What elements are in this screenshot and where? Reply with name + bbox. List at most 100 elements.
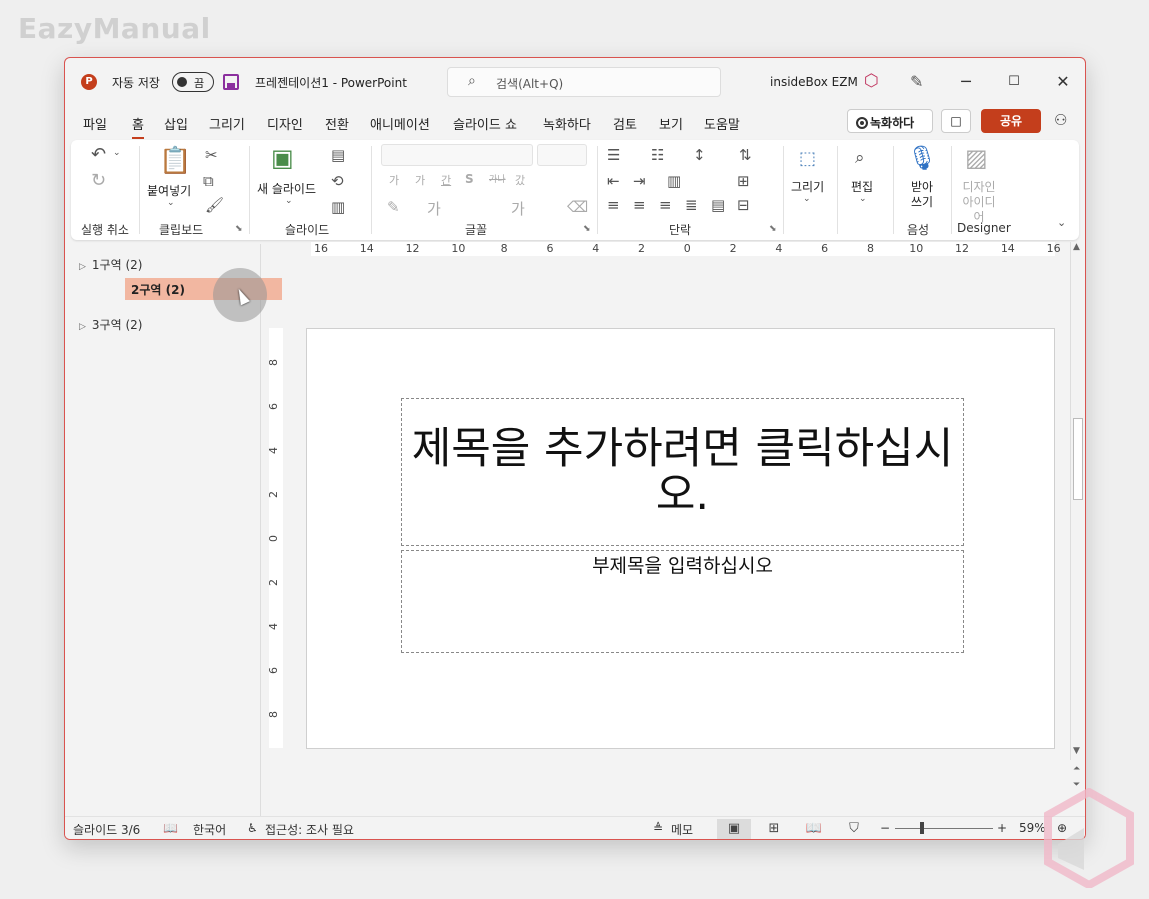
- tab-slideshow[interactable]: 슬라이드 쇼: [453, 114, 517, 133]
- tab-design[interactable]: 디자인: [267, 114, 303, 133]
- cut-icon[interactable]: ✂: [205, 146, 218, 164]
- reading-view-button[interactable]: 📖: [797, 819, 831, 839]
- line-spacing-icon[interactable]: ↕: [693, 146, 706, 164]
- zoom-slider[interactable]: [895, 828, 993, 829]
- share-button[interactable]: 공유: [981, 109, 1041, 133]
- scroll-down-icon[interactable]: ▼: [1073, 746, 1080, 756]
- save-icon[interactable]: [223, 74, 239, 90]
- tab-review[interactable]: 검토: [613, 114, 637, 133]
- chevron-down-icon[interactable]: ⌄: [113, 148, 121, 158]
- justify-icon[interactable]: ≣: [685, 196, 698, 214]
- normal-view-button[interactable]: ▣: [717, 819, 751, 839]
- autosave-state: 끔: [194, 77, 205, 90]
- new-slide-button-label[interactable]: 새 슬라이드: [257, 180, 316, 197]
- section-item[interactable]: ▷ 3구역 (2): [79, 316, 142, 333]
- paste-button-label[interactable]: 붙여넣기: [147, 182, 191, 199]
- vertical-ruler: 8 6 4 2 0 2 4 6 8: [267, 328, 283, 748]
- subtitle-placeholder[interactable]: 부제목을 입력하십시오: [401, 550, 964, 653]
- tab-home[interactable]: 홈: [132, 114, 144, 139]
- section-icon[interactable]: ▥: [331, 198, 345, 216]
- find-icon[interactable]: ⌕: [855, 148, 865, 168]
- expand-arrow-icon[interactable]: ▷: [79, 322, 86, 332]
- font-size-select[interactable]: [537, 144, 587, 166]
- previous-slide-icon[interactable]: ⏶: [1073, 764, 1080, 774]
- tab-help[interactable]: 도움말: [704, 114, 740, 133]
- tab-transitions[interactable]: 전환: [325, 114, 349, 133]
- expand-arrow-icon[interactable]: ▷: [79, 262, 86, 272]
- section-item[interactable]: ▷ 1구역 (2): [79, 256, 142, 273]
- tab-view[interactable]: 보기: [659, 114, 683, 133]
- zoom-in-button[interactable]: +: [997, 821, 1007, 835]
- paste-icon[interactable]: 📋: [159, 146, 191, 176]
- zoom-out-button[interactable]: −: [880, 821, 890, 835]
- layout-icon[interactable]: ▤: [331, 146, 345, 164]
- ruler-tick-label: 2: [638, 242, 645, 255]
- microphone-icon[interactable]: 🎙: [907, 144, 937, 172]
- new-slide-icon[interactable]: ▣: [271, 144, 294, 172]
- group-divider: [139, 146, 140, 234]
- close-button[interactable]: ✕: [1051, 70, 1075, 94]
- notes-icon[interactable]: ≜: [653, 821, 663, 835]
- change-case-icon: 가: [511, 200, 525, 218]
- vertical-scrollbar[interactable]: ▲ ▼: [1070, 242, 1084, 760]
- chevron-down-icon[interactable]: ⌄: [285, 196, 293, 206]
- dialog-launcher-icon[interactable]: ⬊: [235, 224, 243, 234]
- align-left-icon[interactable]: ≡: [607, 196, 620, 214]
- tab-file[interactable]: 파일: [83, 114, 107, 133]
- align-right-icon[interactable]: ≡: [659, 196, 672, 214]
- numbering-icon[interactable]: ☷: [651, 146, 664, 164]
- smartart-icon[interactable]: ⊟: [737, 196, 750, 214]
- chevron-down-icon[interactable]: ⌄: [167, 198, 175, 208]
- decrease-indent-icon[interactable]: ⇤: [607, 172, 620, 190]
- draw-button-label[interactable]: 그리기: [791, 178, 824, 195]
- autosave-toggle[interactable]: 끔: [172, 72, 214, 92]
- account-hexagon-icon[interactable]: ⬡: [864, 72, 882, 90]
- language-indicator[interactable]: 한국어: [193, 821, 226, 838]
- ribbon-collapse-icon[interactable]: ⌄: [1057, 216, 1066, 229]
- title-placeholder[interactable]: 제목을 추가하려면 클릭하십시오.: [401, 398, 964, 546]
- align-center-icon[interactable]: ≡: [633, 196, 646, 214]
- slideshow-button[interactable]: ⛉: [837, 819, 871, 839]
- magic-pen-icon[interactable]: ✎: [910, 72, 923, 91]
- tab-animations[interactable]: 애니메이션: [370, 114, 430, 133]
- chevron-down-icon[interactable]: ⌄: [803, 194, 811, 204]
- columns-icon[interactable]: ▥: [667, 172, 681, 190]
- coauthor-icon[interactable]: ⚇: [1054, 111, 1067, 129]
- zoom-slider-knob[interactable]: [920, 822, 924, 834]
- maximize-button[interactable]: ☐: [1002, 70, 1026, 94]
- undo-icon[interactable]: ↶: [91, 144, 106, 165]
- dialog-launcher-icon[interactable]: ⬊: [583, 224, 591, 234]
- tab-record[interactable]: 녹화하다: [543, 114, 591, 133]
- minimize-button[interactable]: ─: [954, 70, 978, 94]
- tab-draw[interactable]: 그리기: [209, 114, 245, 133]
- spellcheck-icon[interactable]: 📖: [163, 821, 178, 835]
- shapes-icon[interactable]: ⬚: [799, 148, 816, 169]
- comments-button[interactable]: □: [941, 109, 971, 133]
- copy-icon[interactable]: ⧉: [203, 172, 214, 190]
- align-text-icon[interactable]: ⊞: [737, 172, 750, 190]
- ruler-tick-label: 2: [267, 579, 280, 586]
- slide-sorter-button[interactable]: ⊞: [757, 819, 791, 839]
- chevron-down-icon[interactable]: ⌄: [859, 194, 867, 204]
- reset-slide-icon[interactable]: ⟲: [331, 172, 344, 190]
- font-name-select[interactable]: [381, 144, 533, 166]
- scrollbar-thumb[interactable]: [1073, 418, 1083, 500]
- distributed-icon[interactable]: ▤: [711, 196, 725, 214]
- search-input[interactable]: ⌕ 검색(Alt+Q): [447, 67, 721, 97]
- account-name[interactable]: insideBox EZM: [770, 75, 858, 89]
- increase-indent-icon[interactable]: ⇥: [633, 172, 646, 190]
- edit-button-label[interactable]: 편집: [851, 178, 873, 195]
- text-direction-icon[interactable]: ⇅: [739, 146, 752, 164]
- record-button[interactable]: 녹화하다: [847, 109, 933, 133]
- accessibility-icon[interactable]: ♿: [247, 821, 258, 835]
- scroll-up-icon[interactable]: ▲: [1073, 242, 1080, 252]
- tab-insert[interactable]: 삽입: [164, 114, 188, 133]
- format-painter-icon[interactable]: 🖌: [205, 196, 224, 214]
- bullets-icon[interactable]: ☰: [607, 146, 620, 164]
- notes-button[interactable]: 메모: [671, 821, 693, 838]
- accessibility-status[interactable]: 접근성: 조사 필요: [265, 821, 354, 838]
- zoom-percent[interactable]: 59%: [1019, 821, 1046, 835]
- slide-canvas[interactable]: 제목을 추가하려면 클릭하십시오. 부제목을 입력하십시오: [306, 328, 1055, 749]
- dialog-launcher-icon[interactable]: ⬊: [769, 224, 777, 234]
- dictate-button-label[interactable]: 받아 쓰기: [907, 180, 937, 210]
